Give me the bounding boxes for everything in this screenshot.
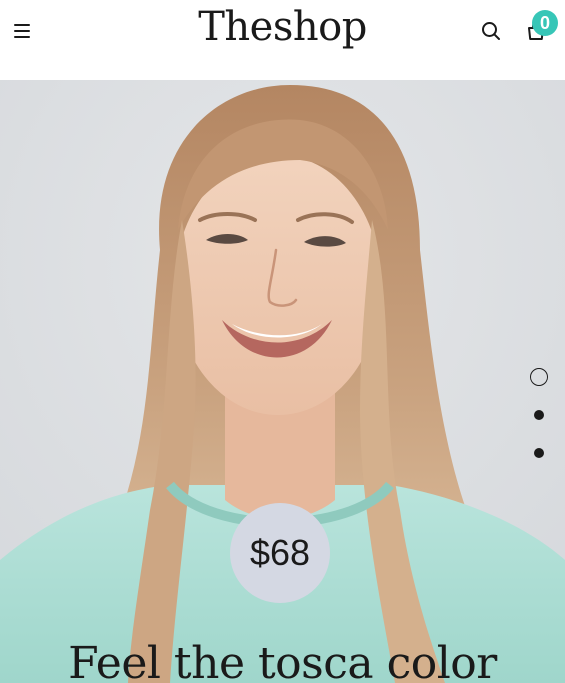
site-header: Theshop 0	[0, 0, 565, 80]
search-icon[interactable]	[479, 19, 503, 43]
slider-pagination	[530, 368, 550, 458]
hero-banner: $68 Feel the tosca color	[0, 80, 565, 683]
slider-dot-2[interactable]	[534, 410, 544, 420]
slider-dot-3[interactable]	[534, 448, 544, 458]
cart-count-badge[interactable]: 0	[532, 10, 558, 36]
slider-dot-1[interactable]	[530, 368, 548, 386]
hero-title: Feel the tosca color	[68, 638, 497, 683]
price-badge: $68	[230, 503, 330, 603]
